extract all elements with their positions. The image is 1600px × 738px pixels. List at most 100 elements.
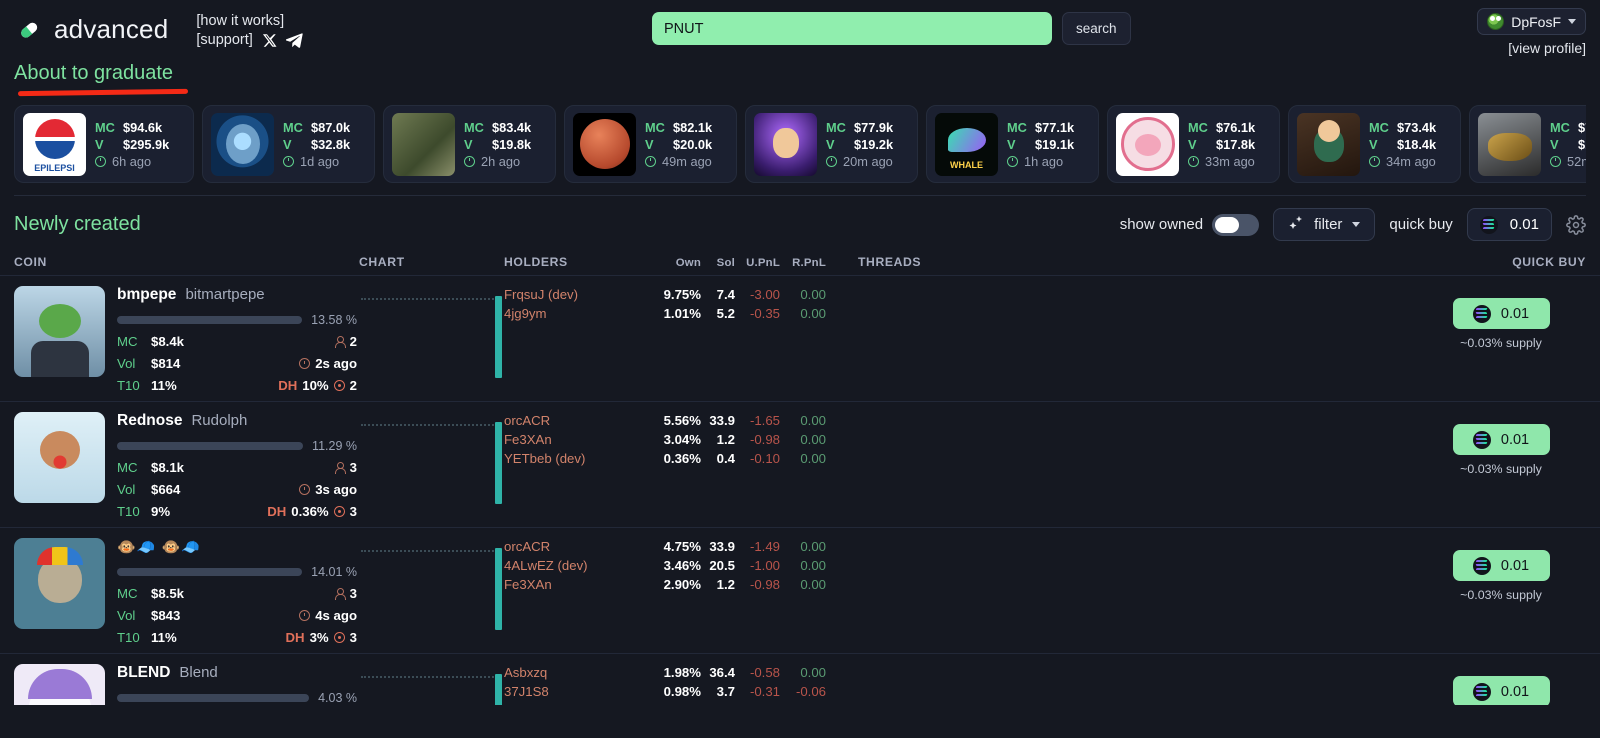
holder-address[interactable]: Fe3XAn [504,576,654,595]
table-row[interactable]: 🐵🧢 🐵🧢 14.01 % MC $8.5k 3 Vol $843 4s ago T10 11% D… [0,527,1600,653]
coin-name: bitmartpepe [185,286,265,303]
sol-column: 33.9 20.5 1.2 [701,538,735,645]
mini-chart[interactable] [359,286,504,393]
mc-label: MC [117,460,138,475]
support-link[interactable]: [support] [196,31,252,50]
holder-address[interactable]: FrqsuJ (dev) [504,286,654,305]
dh-label: DH [278,378,298,393]
holder-own: 3.04% [663,431,701,447]
dh-count: 2 [349,378,357,393]
header-links: [how it works] [support] [196,12,303,50]
newly-created-header: Newly created show owned filter quick bu… [0,196,1600,241]
graduate-card[interactable]: EPILEPSI MC $94.6k V $295.9k 6h ago [14,105,194,183]
coin-avatar[interactable] [14,664,105,705]
search-input[interactable] [652,12,1052,45]
holder-sol: 33.9 [709,413,735,428]
volume-value: $843 [151,608,181,623]
holder-address[interactable]: Asbxzq [504,664,654,683]
holder-sol: 20.5 [709,557,735,573]
quick-buy-amount: 0.01 [1500,557,1530,574]
x-twitter-icon[interactable] [262,33,277,48]
age-value: 2s ago [315,356,357,371]
graduate-card[interactable]: MC $82.1k V $20.0k 49m ago [564,105,737,183]
holder-address[interactable]: Fe3XAn [504,431,654,450]
quick-buy-button[interactable]: 0.01 [1452,298,1550,329]
clock-icon [299,484,311,495]
mc-value: $76.1k [1216,119,1256,135]
holder-address[interactable]: orcACR [504,538,654,557]
volume-value: $17.2k [1578,136,1586,152]
coin-title: 🐵🧢 🐵🧢 [117,538,357,556]
mc-label: MC [826,119,846,135]
profile-area: DpFosF [view profile] [1477,8,1586,56]
mc-value: $8.1k [151,460,185,475]
search-button[interactable]: search [1062,12,1131,45]
quick-buy-button[interactable]: 0.01 [1452,424,1550,455]
age-value: 3s ago [315,482,357,497]
graduate-card[interactable]: MC $73.4k V $18.4k 34m ago [1288,105,1461,183]
holder-address[interactable]: 4ALwEZ (dev) [504,557,654,576]
mini-chart[interactable] [359,664,504,705]
volume-value: $19.2k [854,136,894,152]
volume-label: V [1369,136,1378,152]
show-owned-label: show owned [1119,216,1204,233]
volume-label: V [645,136,654,152]
clock-icon [283,155,294,167]
mc-value: $82.1k [673,119,713,135]
table-row[interactable]: bmpepe bitmartpepe 13.58 % MC $8.4k 2 Vol $814 2… [0,275,1600,401]
view-profile-link[interactable]: [view profile] [1477,40,1586,56]
telegram-icon[interactable] [285,33,303,48]
graduate-card[interactable]: MC $72.4k V $17.2k52m ago [1469,105,1586,183]
threads-cell [826,664,1416,705]
gear-icon[interactable] [1566,214,1586,235]
profile-button[interactable]: DpFosF [1477,8,1586,35]
holder-address[interactable]: 37J1S8 [504,683,654,702]
mini-chart[interactable] [359,538,504,645]
quick-buy-button[interactable]: 0.01 [1452,550,1550,581]
coin-avatar[interactable] [14,538,105,629]
table-row[interactable]: BLENDBlend4.03 %MC$7.2k2Vol$1.3k8s agoAs… [0,653,1600,705]
clock-icon [299,610,311,621]
token-thumbnail: WHALE [935,112,998,176]
target-icon [333,380,345,391]
filter-button[interactable]: filter [1273,208,1376,241]
quick-buy-button[interactable]: 0.01 [1452,676,1550,705]
quick-buy-cell: 0.01 ~0.03% supply [1416,286,1586,393]
holder-upnl: -3.00 [749,287,780,302]
show-owned-toggle[interactable]: show owned [1119,213,1260,236]
holder-sol: 36.4 [709,665,735,680]
age-value: 1d ago [300,153,340,169]
bonding-progress: 11.29 % [117,439,357,453]
mini-chart[interactable] [359,412,504,519]
dh-value: 3% [309,630,329,645]
quick-buy-amount: 0.01 [1500,305,1530,322]
graduate-card[interactable]: MC $83.4k V $19.8k 2h ago [383,105,556,183]
holders-count: 2 [349,334,357,349]
quick-buy-amount-input[interactable]: 0.01 [1466,208,1552,241]
how-it-works-link[interactable]: [how it works] [196,12,302,31]
token-thumbnail: EPILEPSI [23,112,86,176]
holder-address[interactable]: orcACR [504,412,654,431]
graduate-card[interactable]: MC $87.0k V $32.8k 1d ago [202,105,375,183]
holder-own: 5.56% [663,413,701,428]
graduate-card[interactable]: MC $76.1k V $17.8k 33m ago [1107,105,1280,183]
holders-list: orcACR 4ALwEZ (dev) Fe3XAn [504,538,654,645]
coin-avatar[interactable] [14,286,105,377]
quick-buy-cell: 0.01 ~0.03% supply [1416,412,1586,519]
graduate-card[interactable]: WHALE MC $77.1k V $19.1k 1h ago [926,105,1099,183]
age-value: 2h ago [481,153,521,169]
volume-label: V [464,136,473,152]
graduate-card[interactable]: MC $77.9k V $19.2k 20m ago [745,105,918,183]
table-row[interactable]: Rednose Rudolph 11.29 % MC $8.1k 3 Vol $664 3s a… [0,401,1600,527]
mc-value: $87.0k [311,119,351,135]
holder-address[interactable]: 4RYvqM (dev) [504,702,654,705]
coin-avatar[interactable] [14,412,105,503]
age-value: 20m ago [843,153,893,169]
coin-cell: Rednose Rudolph 11.29 % MC $8.1k 3 Vol $664 3s a… [14,412,359,519]
mc-value: $94.6k [123,119,163,135]
person-icon [334,462,346,474]
holder-address[interactable]: YETbeb (dev) [504,450,654,469]
toggle-switch[interactable] [1212,213,1260,236]
own-column: 1.98% 0.98% 0% [654,664,701,705]
holder-address[interactable]: 4jg9ym [504,305,654,324]
